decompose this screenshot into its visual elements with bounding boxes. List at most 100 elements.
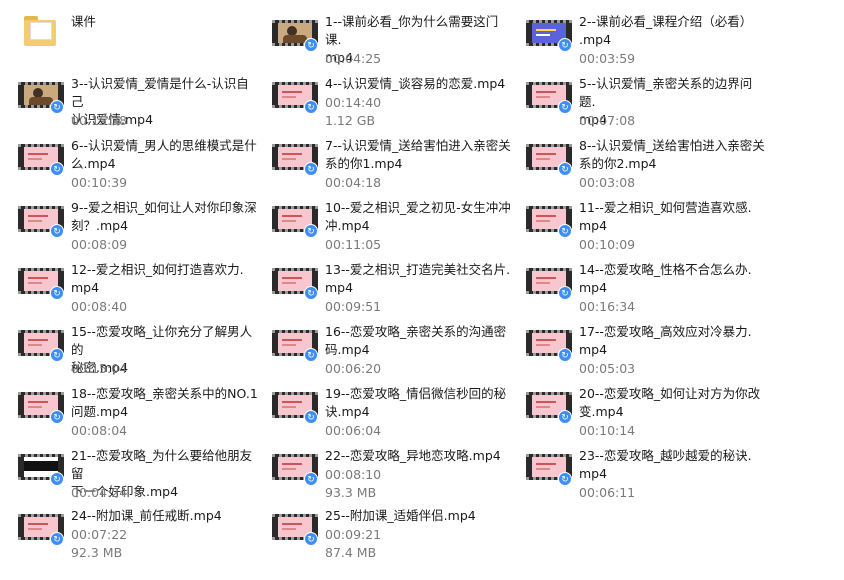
sync-badge-icon: ↻ [304,410,318,424]
file-duration: 00:08:04 [71,423,128,438]
file-item[interactable]: ↻ 4--认识爱情_谈容易的恋爱.mp4 00:14:40 1.12 GB [254,68,505,128]
file-name: 25--附加课_适婚伴侣.mp4 [325,508,476,523]
file-item[interactable]: ↻ 19--恋爱攻略_情侣微信秒回的秘 诀.mp4 00:06:04 [254,378,506,438]
video-thumbnail-icon: ↻ [272,76,318,114]
file-duration: 00:15:38 [71,113,128,128]
file-duration: 00:04:18 [325,175,382,190]
sync-badge-icon: ↻ [50,472,64,486]
sync-badge-icon: ↻ [304,100,318,114]
file-item[interactable]: ↻ 9--爱之相识_如何让人对你印象深 刻？.mp4 00:08:09 [0,192,257,252]
file-name: 课件 [71,14,97,29]
file-duration: 00:03:59 [579,51,636,66]
file-item[interactable]: ↻ 3--认识爱情_爱情是什么-认识自己 认识爱情.mp4 00:15:38 [0,68,250,128]
file-item[interactable]: ↻ 16--恋爱攻略_亲密关系的沟通密 码.mp4 00:06:20 [254,316,506,376]
file-item[interactable]: ↻ 21--恋爱攻略_为什么要给他朋友留 下一个好印象.mp4 00:04:24 [0,440,252,500]
file-duration: 00:14:40 [325,95,382,110]
file-item[interactable]: ↻ 18--恋爱攻略_亲密关系中的NO.1 问题.mp4 00:08:04 [0,378,258,438]
sync-badge-icon: ↻ [50,100,64,114]
sync-badge-icon: ↻ [50,162,64,176]
video-thumbnail-icon: ↻ [526,386,572,424]
file-duration: 00:10:39 [71,175,128,190]
sync-badge-icon: ↻ [558,100,572,114]
file-item[interactable]: ↻ 22--恋爱攻略_异地恋攻略.mp4 00:08:10 93.3 MB [254,440,504,500]
sync-badge-icon: ↻ [304,472,318,486]
video-thumbnail-icon: ↻ [526,138,572,176]
file-name: 12--爱之相识_如何打造喜欢力. mp4 [71,262,244,295]
file-item[interactable]: ↻ 1--课前必看_你为什么需要这门课. mp4 00:04:25 [254,6,504,66]
video-thumbnail-icon: ↻ [18,386,64,424]
video-thumbnail-icon: ↻ [526,448,572,486]
file-item[interactable]: ↻ 17--恋爱攻略_高效应对冷暴力. mp4 00:05:03 [508,316,758,376]
video-thumbnail-icon: ↻ [272,508,318,546]
file-item[interactable]: ↻ 23--恋爱攻略_越吵越爱的秘诀. mp4 00:06:11 [508,440,758,500]
video-thumbnail-icon: ↻ [272,200,318,238]
sync-badge-icon: ↻ [558,224,572,238]
video-thumbnail-icon: ↻ [526,14,572,52]
video-thumbnail-icon: ↻ [272,324,318,362]
video-thumbnail-icon: ↻ [272,14,318,52]
video-thumbnail-icon: ↻ [526,76,572,114]
video-thumbnail-icon: ↻ [526,262,572,300]
file-item[interactable]: ↻ 6--认识爱情_男人的思维模式是什 么.mp4 00:10:39 [0,130,257,190]
sync-badge-icon: ↻ [304,286,318,300]
file-duration: 00:15:04 [71,361,128,376]
file-duration: 00:08:09 [71,237,128,252]
file-duration: 00:16:34 [579,299,636,314]
sync-badge-icon: ↻ [304,38,318,52]
file-item[interactable]: ↻ 14--恋爱攻略_性格不合怎么办. mp4 00:16:34 [508,254,758,314]
file-name: 7--认识爱情_送给害怕进入亲密关 系的你1.mp4 [325,138,511,171]
file-item[interactable]: ↻ 11--爱之相识_如何营造喜欢感. mp4 00:10:09 [508,192,758,252]
file-duration: 00:07:08 [579,113,636,128]
sync-badge-icon: ↻ [304,224,318,238]
file-item[interactable]: ↻ 13--爱之相识_打造完美社交名片. mp4 00:09:51 [254,254,510,314]
file-item[interactable]: ↻ 15--恋爱攻略_让你充分了解男人的 秘密.mp4 00:15:04 [0,316,252,376]
video-thumbnail-icon: ↻ [18,508,64,546]
sync-badge-icon: ↻ [558,286,572,300]
file-item[interactable]: ↻ 10--爱之相识_爱之初见-女生冲冲 冲.mp4 00:11:05 [254,192,511,252]
sync-badge-icon: ↻ [558,472,572,486]
file-duration: 00:10:09 [579,237,636,252]
file-item[interactable]: ↻ 8--认识爱情_送给害怕进入亲密关 系的你2.mp4 00:03:08 [508,130,765,190]
file-item[interactable]: ↻ 20--恋爱攻略_如何让对方为你改 变.mp4 00:10:14 [508,378,760,438]
folder-icon [24,16,56,46]
folder-item[interactable]: 课件 [0,6,250,64]
file-name: 2--课前必看_课程介绍（必看） .mp4 [579,14,753,47]
file-duration: 00:09:21 [325,527,382,542]
file-item[interactable]: ↻ 5--认识爱情_亲密关系的边界问题. mp4 00:07:08 [508,68,758,128]
file-name: 20--恋爱攻略_如何让对方为你改 变.mp4 [579,386,761,419]
file-item[interactable]: ↻ 2--课前必看_课程介绍（必看） .mp4 00:03:59 [508,6,758,66]
file-item[interactable]: ↻ 7--认识爱情_送给害怕进入亲密关 系的你1.mp4 00:04:18 [254,130,511,190]
sync-badge-icon: ↻ [50,224,64,238]
file-duration: 00:11:05 [325,237,382,252]
video-thumbnail-icon: ↻ [18,324,64,362]
file-name: 24--附加课_前任戒断.mp4 [71,508,222,523]
file-name: 8--认识爱情_送给害怕进入亲密关 系的你2.mp4 [579,138,765,171]
file-duration: 00:06:20 [325,361,382,376]
video-thumbnail-icon: ↻ [526,324,572,362]
file-name: 13--爱之相识_打造完美社交名片. mp4 [325,262,511,295]
file-duration: 00:06:11 [579,485,636,500]
sync-badge-icon: ↻ [50,286,64,300]
file-item[interactable]: ↻ 24--附加课_前任戒断.mp4 00:07:22 92.3 MB [0,500,250,560]
file-size: 87.4 MB [325,545,377,560]
file-name: 19--恋爱攻略_情侣微信秒回的秘 诀.mp4 [325,386,507,419]
file-name: 9--爱之相识_如何让人对你印象深 刻？.mp4 [71,200,257,233]
file-name: 16--恋爱攻略_亲密关系的沟通密 码.mp4 [325,324,507,357]
file-duration: 00:10:14 [579,423,636,438]
video-thumbnail-icon: ↻ [18,138,64,176]
file-duration: 00:03:08 [579,175,636,190]
sync-badge-icon: ↻ [50,532,64,546]
file-grid: 课件 ↻ 1--课前必看_你为什么需要这门课. mp4 00:04:25 ↻ 2--课前必… [0,0,844,580]
video-thumbnail-icon: ↻ [272,386,318,424]
video-thumbnail-icon: ↻ [18,76,64,114]
sync-badge-icon: ↻ [304,532,318,546]
file-name: 10--爱之相识_爱之初见-女生冲冲 冲.mp4 [325,200,511,233]
file-duration: 00:04:25 [325,51,382,66]
sync-badge-icon: ↻ [558,162,572,176]
video-thumbnail-icon: ↻ [272,262,318,300]
video-thumbnail-icon: ↻ [18,200,64,238]
file-duration: 00:08:40 [71,299,128,314]
file-name: 4--认识爱情_谈容易的恋爱.mp4 [325,76,506,91]
file-item[interactable]: ↻ 12--爱之相识_如何打造喜欢力. mp4 00:08:40 [0,254,250,314]
file-item[interactable]: ↻ 25--附加课_适婚伴侣.mp4 00:09:21 87.4 MB [254,500,504,560]
